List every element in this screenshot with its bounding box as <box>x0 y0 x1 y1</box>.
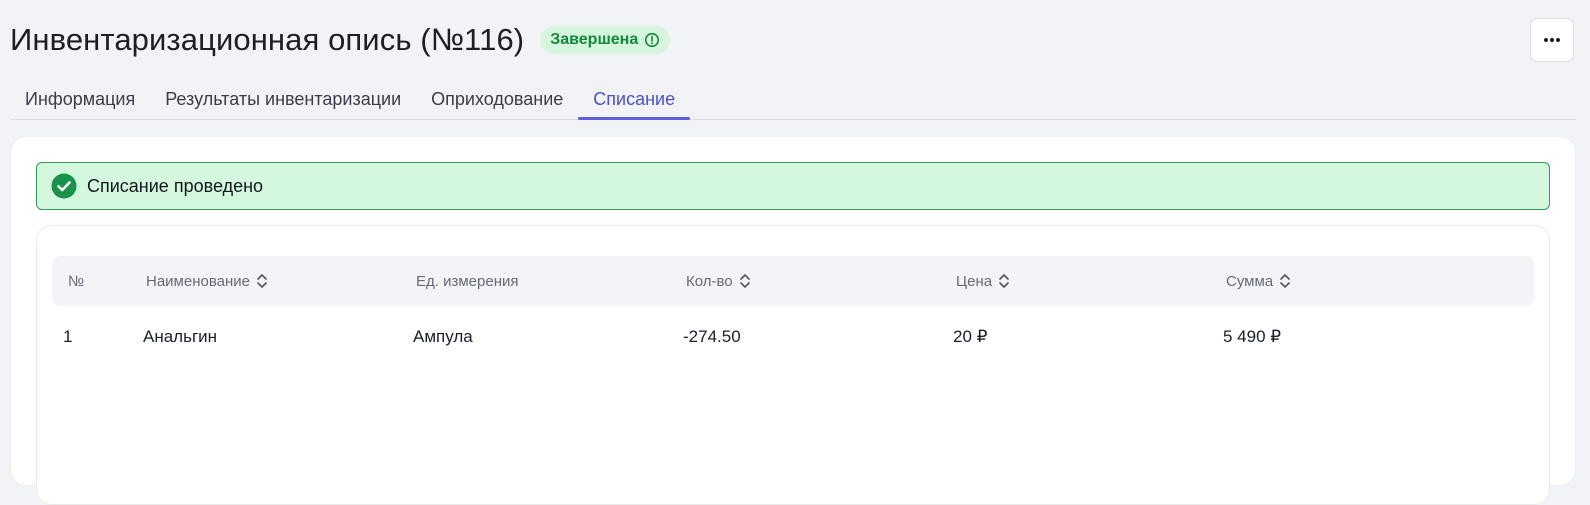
more-horizontal-icon <box>1543 37 1561 43</box>
tab-inventory-results[interactable]: Результаты инвентаризации <box>150 80 416 119</box>
tab-receipt[interactable]: Оприходование <box>416 80 578 119</box>
sort-icon[interactable] <box>256 273 268 289</box>
column-header-label: Сумма <box>1226 272 1274 290</box>
table-header: № Наименование Ед. измерения Кол-во Цена <box>52 256 1534 306</box>
cell-number: 1 <box>63 327 73 346</box>
status-badge-label: Завершена <box>550 31 639 48</box>
column-header-label: Цена <box>956 272 993 290</box>
sort-icon[interactable] <box>998 273 1010 289</box>
tab-write-off[interactable]: Списание <box>578 80 690 120</box>
column-header-sum[interactable]: Сумма <box>1226 256 1291 306</box>
tabs-bar: Информация Результаты инвентаризации Опр… <box>10 80 1576 120</box>
cell-unit: Ампула <box>413 327 473 346</box>
status-badge: Завершена <box>540 26 671 54</box>
sort-icon[interactable] <box>1279 273 1291 289</box>
column-header-quantity[interactable]: Кол-во <box>686 256 751 306</box>
more-actions-button[interactable] <box>1530 18 1574 62</box>
page-title: Инвентаризационная опись (№116) <box>10 22 525 57</box>
column-header-price[interactable]: Цена <box>956 256 1010 306</box>
tab-info[interactable]: Информация <box>10 80 150 119</box>
alert-message: Списание проведено <box>87 175 264 196</box>
info-circle-icon[interactable] <box>644 32 660 48</box>
table-row[interactable]: 1 Анальгин Ампула -274.50 20 ₽ 5 490 ₽ <box>52 310 1534 364</box>
column-header-label: Ед. измерения <box>416 272 519 290</box>
column-header-name[interactable]: Наименование <box>146 256 268 306</box>
cell-price: 20 ₽ <box>953 327 988 346</box>
column-header-label: Наименование <box>146 272 250 290</box>
write-off-table: № Наименование Ед. измерения Кол-во Цена <box>36 225 1550 505</box>
sort-icon[interactable] <box>739 273 751 289</box>
column-header-label: Кол-во <box>686 272 733 290</box>
column-header-number: № <box>68 256 84 306</box>
cell-name: Анальгин <box>143 327 218 346</box>
content-card: Списание проведено № Наименование Ед. из… <box>10 136 1576 505</box>
check-circle-icon <box>51 173 77 199</box>
success-alert: Списание проведено <box>36 162 1550 210</box>
page-header: Инвентаризационная опись (№116) Завершен… <box>10 18 671 62</box>
cell-sum: 5 490 ₽ <box>1223 327 1282 346</box>
column-header-label: № <box>68 272 85 290</box>
cell-quantity: -274.50 <box>683 327 741 346</box>
column-header-unit: Ед. измерения <box>416 256 518 306</box>
